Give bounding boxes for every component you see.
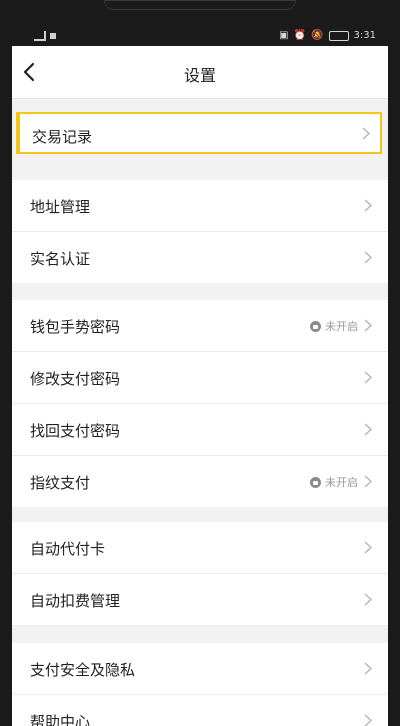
chevron-right-icon <box>364 371 372 384</box>
address-management-item[interactable]: 地址管理 <box>12 180 388 232</box>
camera-notch <box>104 0 296 10</box>
chevron-right-icon <box>364 199 372 212</box>
chevron-right-icon <box>364 423 372 436</box>
lock-icon <box>310 320 321 332</box>
transaction-records-item[interactable]: 交易记录 <box>16 112 382 154</box>
chevron-right-icon <box>364 593 372 606</box>
navigation-bar: 设置 <box>12 46 388 99</box>
chevron-right-icon <box>364 662 372 675</box>
auto-pay-card-item[interactable]: 自动代付卡 <box>12 522 388 574</box>
gesture-password-status: 未开启 <box>325 320 358 333</box>
status-bar: ▣ ⏰ 🔕 3:31 <box>12 28 388 46</box>
settings-group-security: 支付安全及隐私 帮助中心 <box>12 643 388 726</box>
chevron-right-icon <box>364 251 372 264</box>
battery-icon <box>328 30 349 41</box>
phone-screen: ▣ ⏰ 🔕 3:31 设置 交易记录 地址管理 实名认证 钱包手势密码 未开启 … <box>12 0 388 726</box>
settings-group-address: 地址管理 实名认证 <box>12 180 388 283</box>
recover-pay-password-label: 找回支付密码 <box>30 422 121 440</box>
lock-icon <box>310 476 321 488</box>
fingerprint-pay-item[interactable]: 指纹支付 未开启 <box>12 456 388 507</box>
chevron-right-icon <box>362 127 370 140</box>
mute-icon: 🔕 <box>311 30 324 41</box>
change-pay-password-label: 修改支付密码 <box>30 370 121 388</box>
address-management-label: 地址管理 <box>30 198 91 216</box>
settings-group-auto-pay: 自动代付卡 自动扣费管理 <box>12 522 388 625</box>
chevron-right-icon <box>364 541 372 554</box>
signal-icon <box>34 31 46 41</box>
chevron-right-icon <box>364 475 372 488</box>
real-name-auth-item[interactable]: 实名认证 <box>12 232 388 283</box>
transaction-records-label: 交易记录 <box>32 128 93 146</box>
auto-deduct-management-item[interactable]: 自动扣费管理 <box>12 574 388 625</box>
gesture-password-label: 钱包手势密码 <box>30 318 121 336</box>
alarm-icon: ⏰ <box>293 30 307 41</box>
gesture-password-item[interactable]: 钱包手势密码 未开启 <box>12 300 388 352</box>
status-badge: 未开启 <box>310 474 358 490</box>
fingerprint-pay-label: 指纹支付 <box>30 474 91 492</box>
status-time: 3:31 <box>353 30 376 41</box>
help-center-label: 帮助中心 <box>30 713 91 726</box>
sim-icon <box>50 33 56 39</box>
auto-deduct-management-label: 自动扣费管理 <box>30 592 121 610</box>
top-bezel <box>12 0 388 28</box>
change-pay-password-item[interactable]: 修改支付密码 <box>12 352 388 404</box>
settings-group-password: 钱包手势密码 未开启 修改支付密码 找回支付密码 指纹支付 未开启 <box>12 300 388 507</box>
pay-security-privacy-item[interactable]: 支付安全及隐私 <box>12 643 388 695</box>
page-title: 设置 <box>183 66 216 85</box>
recover-pay-password-item[interactable]: 找回支付密码 <box>12 404 388 456</box>
help-center-item[interactable]: 帮助中心 <box>12 695 388 726</box>
pay-security-privacy-label: 支付安全及隐私 <box>30 661 136 679</box>
chevron-right-icon <box>364 714 372 726</box>
auto-pay-card-label: 自动代付卡 <box>30 540 106 558</box>
fingerprint-pay-status: 未开启 <box>325 476 358 489</box>
nfc-icon: ▣ <box>279 30 289 41</box>
chevron-right-icon <box>364 319 372 332</box>
status-badge: 未开启 <box>310 318 358 334</box>
real-name-auth-label: 实名认证 <box>30 250 91 268</box>
